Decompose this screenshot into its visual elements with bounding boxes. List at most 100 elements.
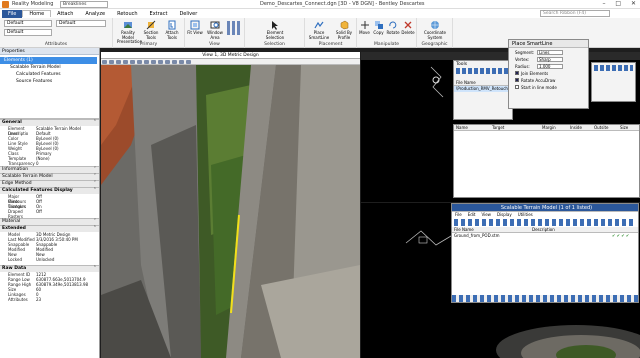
view-tool-icon[interactable] — [151, 60, 156, 64]
section-extended[interactable]: Extended ˄ — [0, 225, 99, 232]
rotate-button[interactable]: Rotate — [386, 20, 400, 36]
ribbon-group-geographic: Coordinate System Geographic — [417, 18, 453, 48]
move-button[interactable]: Move — [358, 20, 371, 36]
right-toolbar-icons[interactable] — [594, 65, 633, 71]
view-2-toolbar — [361, 52, 640, 60]
tab-attach[interactable]: Attach — [51, 11, 79, 17]
minimize-button[interactable]: – — [602, 0, 605, 7]
color-combo[interactable]: Default — [56, 20, 106, 27]
start-line-mode-checkbox[interactable]: Start in line mode — [509, 84, 588, 90]
tab-retouch[interactable]: Retouch — [111, 11, 143, 17]
place-smartline-button[interactable]: Place SmartLine — [307, 20, 331, 40]
stm-table-row[interactable]: Ground_from_POD.stm ✔ ✔ ✔ ✔ — [452, 233, 638, 239]
view-tool-icon[interactable] — [179, 60, 184, 64]
view-tool-icon[interactable] — [123, 60, 128, 64]
stm-bottom-toolbar[interactable] — [452, 295, 638, 302]
view-2-window[interactable]: Tools File Name \Production_RMV_Retouche… — [361, 39, 640, 202]
delete-button[interactable]: Delete — [401, 20, 415, 36]
rotate-accudraw-checkbox[interactable]: Rotate AccuDraw — [509, 77, 588, 83]
stm-menu-display[interactable]: Display — [497, 212, 512, 218]
tree-item-source[interactable]: Source Features — [0, 78, 99, 85]
section-calculated-display[interactable]: Calculated Features Display ˄ — [0, 187, 99, 194]
section-edge-method[interactable]: Edge Method ˅ — [0, 180, 99, 187]
fit-view-button[interactable]: Fit View — [187, 20, 203, 36]
reality-model-presentation-button[interactable]: Reality Model Presentation — [117, 20, 142, 45]
attach-tools-icon — [168, 20, 176, 30]
window-area-button[interactable]: Window Area — [205, 20, 225, 40]
reality-mesh-image[interactable] — [101, 65, 360, 358]
checkbox-icon — [515, 78, 519, 82]
stm-dialog: Scalable Terrain Model (1 of 1 listed) F… — [451, 203, 639, 303]
stm-menu-edit[interactable]: Edit — [468, 212, 476, 218]
quick-access-combo[interactable]: Breaklines — [60, 1, 108, 8]
stm-toolbar[interactable] — [454, 219, 636, 226]
ribbon-group-view: Fit View Window Area View — [185, 18, 245, 48]
element-selection-icon — [272, 21, 278, 30]
image-tools-toolbar[interactable] — [456, 68, 510, 74]
view-tool-icon[interactable] — [130, 60, 135, 64]
join-elements-checkbox[interactable]: Join Elements — [509, 70, 588, 76]
segments-select[interactable]: Lines — [537, 49, 563, 55]
section-raw-data[interactable]: Raw Data ˄ — [0, 265, 99, 272]
tab-deliver[interactable]: Deliver — [173, 11, 203, 17]
section-stm[interactable]: Scalable Terrain Model ˅ — [0, 173, 99, 180]
image-table-row[interactable]: \Production_RMV_Retouched — [454, 86, 513, 92]
view-tool-icon[interactable] — [172, 60, 177, 64]
radius-row: Radius: 1.000 — [509, 63, 588, 69]
tab-analyze[interactable]: Analyze — [79, 11, 111, 17]
property-row[interactable]: Draped Rasters Off — [0, 209, 99, 219]
ribbon-search-input[interactable]: Search Ribbon (F4) — [540, 10, 610, 17]
delete-icon — [404, 21, 412, 29]
level-combo[interactable]: Default — [4, 20, 52, 27]
window-controls: – □ ✕ — [602, 0, 636, 7]
stm-menu-file[interactable]: File — [455, 212, 462, 218]
right-tool-panel — [591, 62, 636, 102]
file-tab[interactable]: File — [2, 9, 23, 18]
image-dialog: Tools File Name \Production_RMV_Retouche… — [453, 60, 513, 120]
attach-tools-button[interactable]: Attach Tools — [162, 20, 182, 40]
view-tool-icon[interactable] — [109, 60, 114, 64]
property-row[interactable]: Attributes 23 — [0, 297, 99, 302]
mesh-table-header: Name Target Margin Inside Outsite Size — [454, 125, 639, 131]
copy-button[interactable]: Copy — [372, 20, 385, 36]
section-information[interactable]: Information ˅ — [0, 166, 99, 173]
place-smartline-dialog: Place SmartLine Segment: Lines Vertex: Sha… — [508, 39, 589, 109]
view-tool-icon[interactable] — [102, 60, 107, 64]
maximize-button[interactable]: □ — [615, 0, 621, 7]
chevron-up-icon: ˄ — [93, 120, 96, 125]
tree-item-stm[interactable]: Scalable Terrain Model — [0, 64, 99, 71]
section-tools-button[interactable]: Section Tools — [141, 20, 161, 40]
section-material[interactable]: Material ˅ — [0, 218, 99, 225]
smartline-title: Place SmartLine — [509, 40, 588, 48]
solid-by-profile-button[interactable]: Solid By Profile — [333, 20, 355, 40]
view-tool-icon[interactable] — [165, 60, 170, 64]
tree-item-calculated[interactable]: Calculated Features — [0, 71, 99, 78]
tab-home[interactable]: Home — [22, 10, 52, 17]
property-row[interactable]: Locked Unlocked — [0, 257, 99, 262]
fit-view-icon — [190, 20, 200, 30]
check-icon: ✔ ✔ ✔ ✔ — [612, 233, 630, 238]
radius-input[interactable]: 1.000 — [537, 63, 563, 69]
group-label: Manipulate — [374, 42, 399, 47]
close-button[interactable]: ✕ — [631, 0, 636, 7]
stm-menu-utilities[interactable]: Utilities — [518, 212, 533, 218]
section-general[interactable]: General ˄ — [0, 119, 99, 126]
view-tool-icon[interactable] — [158, 60, 163, 64]
chevron-up-icon: ˄ — [93, 226, 96, 231]
vertex-select[interactable]: Sharp — [537, 56, 563, 62]
element-selection-button[interactable]: Element Selection — [263, 20, 287, 40]
view-tool-icon[interactable] — [144, 60, 149, 64]
coordinate-system-button[interactable]: Coordinate System — [419, 20, 451, 40]
view-tool-icon[interactable] — [137, 60, 142, 64]
window-title: Demo_Descartes_Connect.dgn [3D - V8 DGN]… — [260, 1, 425, 7]
style-combo[interactable]: Default — [4, 29, 52, 36]
tree-item-elements[interactable]: Elements (1) — [0, 57, 97, 64]
stm-menu-view[interactable]: View — [481, 212, 491, 218]
tab-extract[interactable]: Extract — [144, 11, 174, 17]
view-3-window[interactable]: Scalable Terrain Model (1 of 1 listed) F… — [361, 203, 640, 358]
view-1-window[interactable]: View 1, 3D Metric Design — [101, 52, 360, 358]
view-tool-icon[interactable] — [116, 60, 121, 64]
view-1-title: View 1, 3D Metric Design — [101, 52, 360, 59]
ribbon-group-selection: Element Selection Selection — [245, 18, 305, 48]
view-tool-icon[interactable] — [186, 60, 191, 64]
